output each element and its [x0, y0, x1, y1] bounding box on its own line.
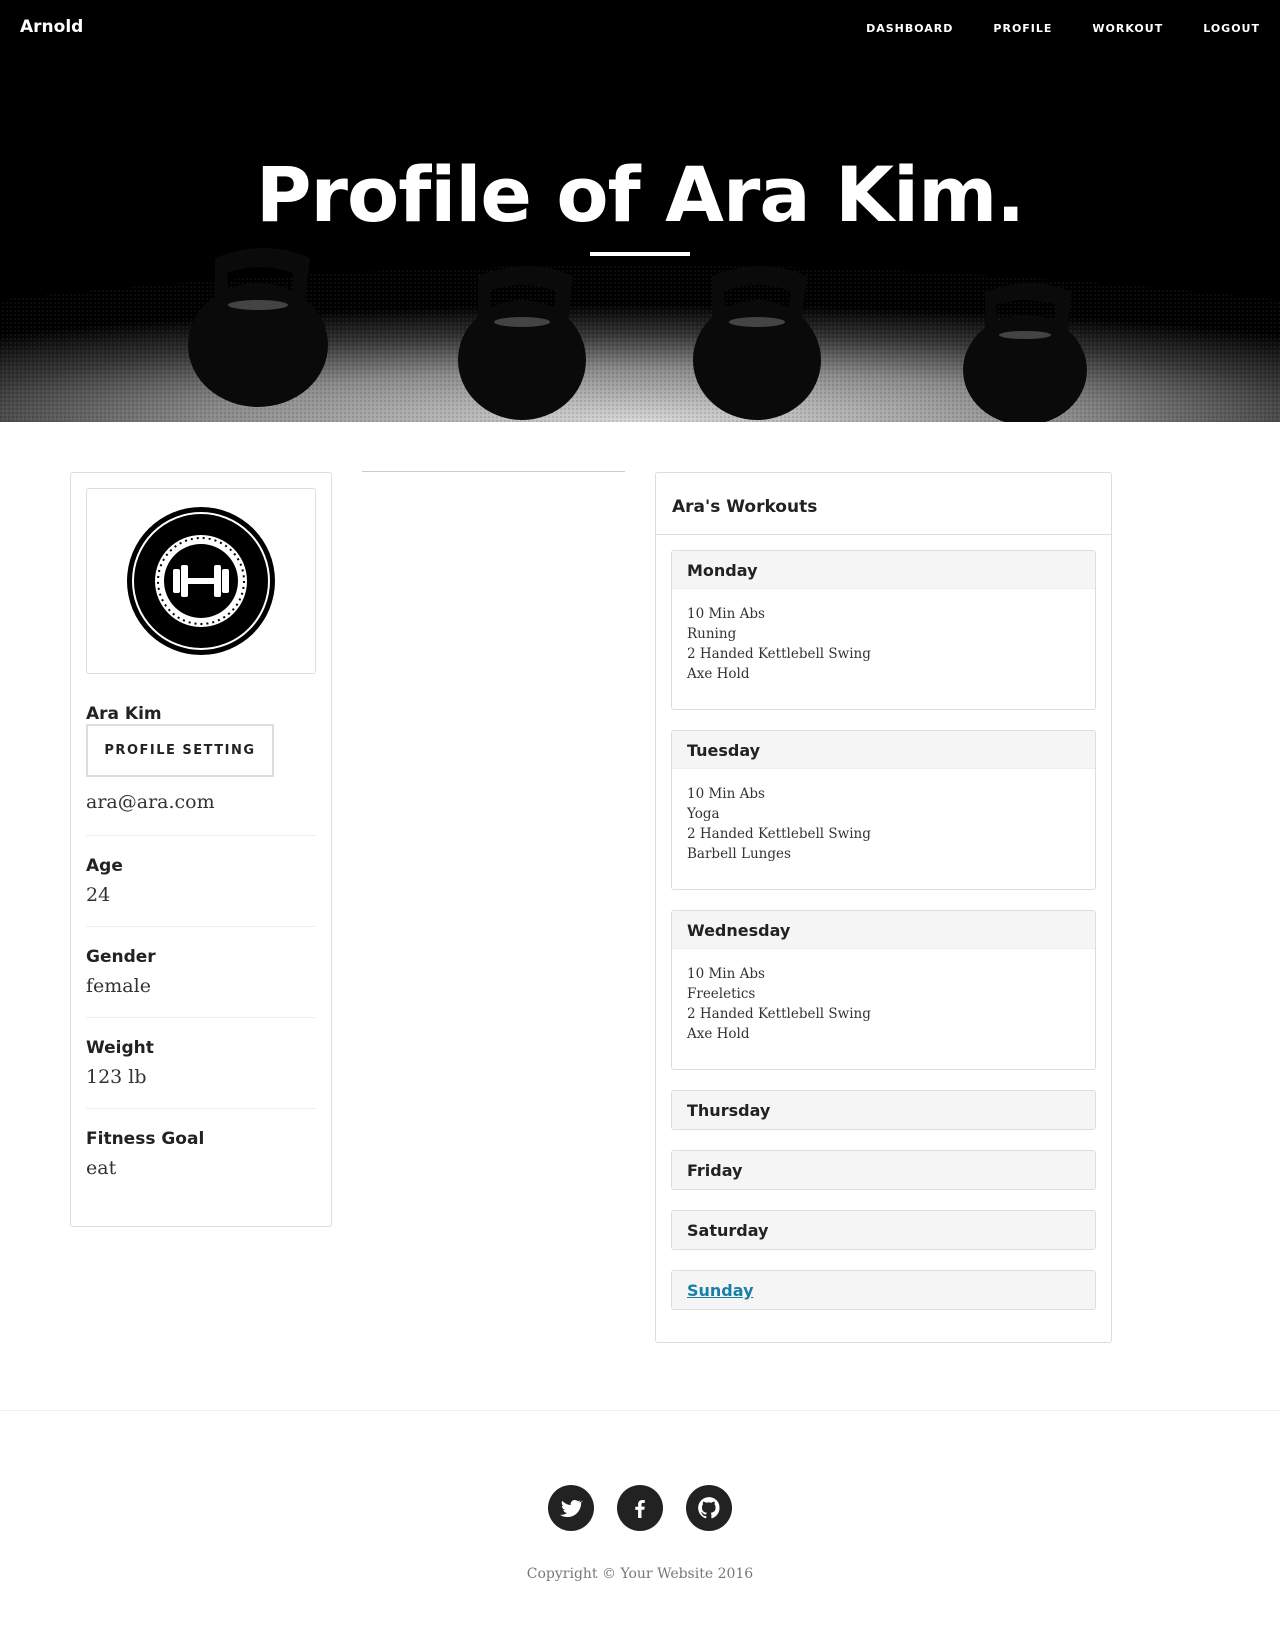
nav-link-profile[interactable]: PROFILE [993, 22, 1052, 35]
profile-card: Ara Kim PROFILE SETTING ara@ara.com Age … [70, 472, 332, 1227]
day-exercises: 10 Min Abs Yoga 2 Handed Kettlebell Swin… [672, 769, 1095, 889]
github-icon [698, 1497, 720, 1519]
facebook-icon [635, 1500, 645, 1518]
exercise-item: Freeletics [687, 986, 756, 1002]
field-gender: Gender female [86, 927, 316, 1018]
profile-setting-button[interactable]: PROFILE SETTING [86, 724, 274, 777]
workouts-title: Ara's Workouts [656, 473, 1111, 535]
day-exercises: 10 Min Abs Runing 2 Handed Kettlebell Sw… [672, 589, 1095, 709]
page-title: Profile of Ara Kim. [255, 150, 1025, 239]
day-exercises: 10 Min Abs Freeletics 2 Handed Kettlebel… [672, 949, 1095, 1069]
workouts-panel: Ara's Workouts Monday 10 Min Abs Runing … [655, 472, 1112, 1343]
field-label: Age [86, 856, 123, 876]
avatar [86, 488, 316, 674]
field-label: Gender [86, 947, 156, 967]
day-panel-friday: Friday [671, 1150, 1096, 1190]
nav-links: DASHBOARD PROFILE WORKOUT LOGOUT [826, 22, 1260, 35]
day-panel-wednesday: Wednesday 10 Min Abs Freeletics 2 Handed… [671, 910, 1096, 1070]
field-value: female [86, 975, 151, 997]
day-header[interactable]: Saturday [672, 1211, 1095, 1249]
twitter-link[interactable] [548, 1485, 594, 1531]
field-age: Age 24 [86, 836, 316, 927]
title-underline [590, 252, 690, 256]
field-fitness-goal: Fitness Goal eat [86, 1109, 316, 1199]
exercise-item: 10 Min Abs [687, 606, 765, 622]
twitter-icon [560, 1499, 583, 1517]
exercise-item: 10 Min Abs [687, 786, 765, 802]
github-link[interactable] [686, 1485, 732, 1531]
day-header[interactable]: Friday [672, 1151, 1095, 1189]
exercise-item: Axe Hold [687, 1026, 750, 1042]
exercise-item: Barbell Lunges [687, 846, 791, 862]
exercise-item: Runing [687, 626, 737, 642]
day-panel-tuesday: Tuesday 10 Min Abs Yoga 2 Handed Kettleb… [671, 730, 1096, 890]
nav-link-workout[interactable]: WORKOUT [1092, 22, 1163, 35]
exercise-item: Yoga [687, 806, 720, 822]
top-navbar: Arnold DASHBOARD PROFILE WORKOUT LOGOUT [0, 0, 1280, 60]
exercise-item: Axe Hold [687, 666, 750, 682]
exercise-item: 2 Handed Kettlebell Swing [687, 1006, 871, 1022]
day-panel-monday: Monday 10 Min Abs Runing 2 Handed Kettle… [671, 550, 1096, 710]
divider [362, 471, 625, 472]
field-label: Fitness Goal [86, 1129, 205, 1149]
nav-link-logout[interactable]: LOGOUT [1203, 22, 1260, 35]
footer-divider [0, 1410, 1280, 1411]
field-value: 24 [86, 884, 111, 906]
profile-email: ara@ara.com [86, 791, 316, 836]
dumbbell-badge-icon [127, 507, 275, 655]
field-value: 123 lb [86, 1066, 147, 1088]
nav-link-dashboard[interactable]: DASHBOARD [866, 22, 953, 35]
field-value: eat [86, 1157, 117, 1179]
day-header[interactable]: Tuesday [672, 731, 1095, 769]
exercise-item: 10 Min Abs [687, 966, 765, 982]
exercise-item: 2 Handed Kettlebell Swing [687, 646, 871, 662]
copyright-text: Copyright © Your Website 2016 [526, 1566, 754, 1582]
day-header[interactable]: Monday [672, 551, 1095, 589]
hero-banner: Profile of Ara Kim. [0, 0, 1280, 422]
brand-logo-link[interactable]: Arnold [20, 17, 83, 37]
profile-name: Ara Kim [86, 704, 162, 724]
day-header[interactable]: Wednesday [672, 911, 1095, 949]
day-header[interactable]: Thursday [672, 1091, 1095, 1129]
day-panel-thursday: Thursday [671, 1090, 1096, 1130]
facebook-link[interactable] [617, 1485, 663, 1531]
field-weight: Weight 123 lb [86, 1018, 316, 1109]
social-links [0, 1485, 1280, 1531]
exercise-item: 2 Handed Kettlebell Swing [687, 826, 871, 842]
day-header-link[interactable]: Sunday [672, 1271, 1095, 1309]
days-list: Monday 10 Min Abs Runing 2 Handed Kettle… [656, 535, 1111, 1345]
field-label: Weight [86, 1038, 154, 1058]
day-panel-sunday: Sunday [671, 1270, 1096, 1310]
day-panel-saturday: Saturday [671, 1210, 1096, 1250]
